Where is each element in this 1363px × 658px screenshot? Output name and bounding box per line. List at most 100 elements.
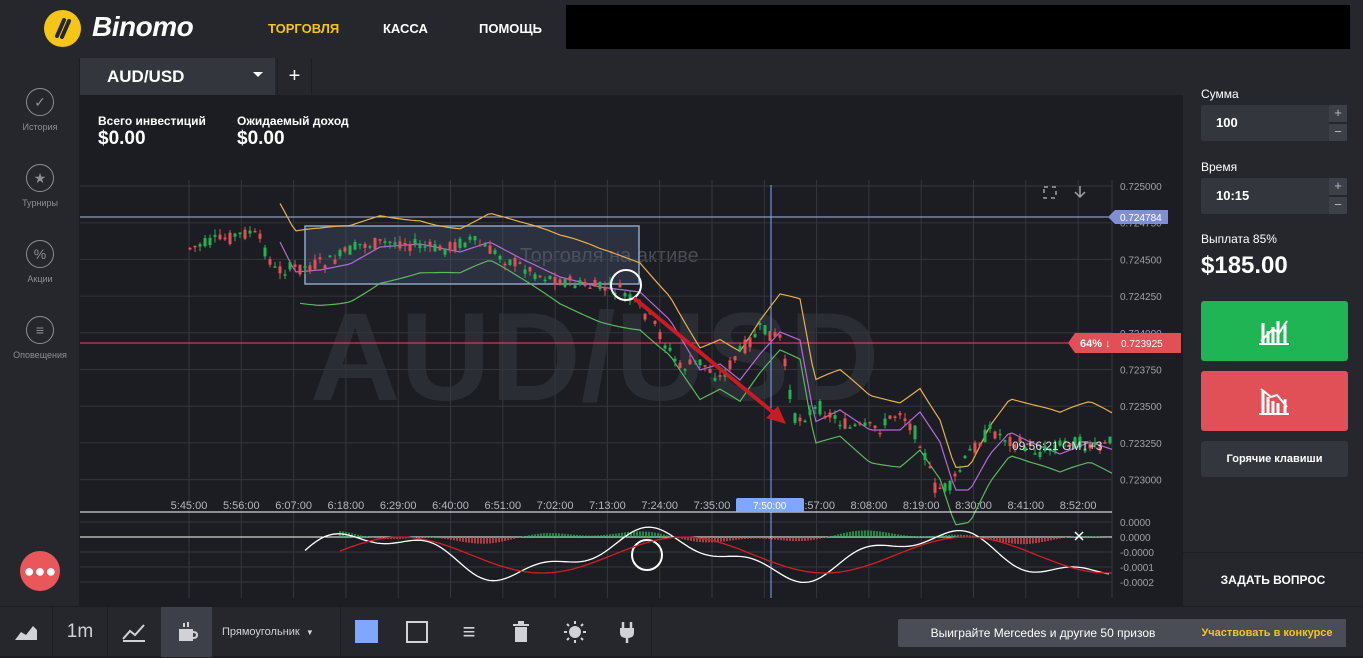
time-tick-label: 6:07:00 <box>275 500 312 512</box>
candle-body <box>758 323 762 325</box>
candle-body <box>458 238 462 248</box>
candle-body <box>903 418 907 422</box>
price-tick-label: 0.723750 <box>1120 366 1162 377</box>
candle-body <box>918 446 922 449</box>
candle-body <box>508 259 512 265</box>
candle-body <box>378 239 382 241</box>
bottom-toolbar: 1m Прямоугольник ▼ ≡ Выиграйте Mercedes … <box>0 606 1363 657</box>
candle-body <box>958 470 962 472</box>
ask-question-button[interactable]: ЗАДАТЬ ВОПРОС <box>1183 552 1363 606</box>
time-input[interactable]: 10:15 <box>1201 178 1329 214</box>
time-tick-label: 6:29:00 <box>380 500 417 512</box>
candle-body <box>703 365 707 367</box>
put-down-button[interactable] <box>1201 371 1348 431</box>
current-percent: 64% ↓ <box>1080 338 1111 350</box>
candle-body <box>503 263 507 266</box>
brightness-icon[interactable] <box>547 607 603 657</box>
timeframe-selector[interactable]: 1m <box>53 607 107 657</box>
candle-body <box>288 262 292 270</box>
chart-clock: 09:56:21 GMT+3 <box>1012 439 1103 453</box>
fill-color-button[interactable] <box>341 607 391 657</box>
arrow-down-icon[interactable] <box>1074 186 1086 199</box>
candle-body <box>293 264 297 267</box>
candle-body <box>438 245 442 251</box>
candle-body <box>473 236 477 241</box>
candle-body <box>668 347 672 351</box>
promo-link[interactable]: Участвовать в конкурсе <box>1188 619 1346 647</box>
candle-body <box>1003 440 1007 442</box>
candle-body <box>573 285 577 289</box>
candle-body <box>398 241 402 249</box>
candle-body <box>888 415 892 419</box>
candle-body <box>488 245 492 254</box>
fullscreen-icon[interactable] <box>1043 186 1057 199</box>
candle-body <box>228 232 232 245</box>
amount-input[interactable]: 100 <box>1201 105 1329 141</box>
hotkeys-button[interactable]: Горячие клавиши <box>1201 441 1348 477</box>
candle-body <box>928 466 932 468</box>
line-width-icon[interactable]: ≡ <box>443 607 495 657</box>
price-chart[interactable]: AUD/USD Торговля на активе 0.7250000.724… <box>0 0 1183 606</box>
candle-body <box>898 412 902 416</box>
candle-body <box>273 266 277 268</box>
candle-body <box>833 415 837 419</box>
candle-body <box>348 245 352 255</box>
call-up-button[interactable] <box>1201 301 1348 361</box>
candle-body <box>943 483 947 492</box>
candle-body <box>993 431 997 439</box>
candle-body <box>793 413 797 423</box>
candle-body <box>658 332 662 340</box>
amount-decrease-button[interactable]: − <box>1329 124 1347 141</box>
candle-body <box>663 345 667 349</box>
drawing-tools-icon[interactable] <box>161 607 212 657</box>
border-color-button[interactable] <box>391 607 443 657</box>
osc-tick-label: -0.0001 <box>1120 563 1154 574</box>
candle-body <box>778 334 782 338</box>
candle-body <box>1103 442 1107 444</box>
time-tick-label: 7:02:00 <box>537 500 574 512</box>
candle-body <box>218 234 222 240</box>
candle-body <box>253 230 257 233</box>
amount-increase-button[interactable]: + <box>1329 105 1347 122</box>
candle-body <box>848 427 852 429</box>
time-decrease-button[interactable]: − <box>1329 197 1347 214</box>
candle-body <box>718 375 722 377</box>
time-tick-label: 8:52:00 <box>1060 500 1097 512</box>
candle-body <box>813 406 817 409</box>
candle-body <box>878 432 882 435</box>
candle-body <box>558 279 562 286</box>
plug-icon[interactable] <box>603 607 651 657</box>
candle-body <box>618 283 622 288</box>
chart-up-icon <box>1259 320 1289 345</box>
candle-body <box>313 259 317 270</box>
candle-body <box>588 287 592 289</box>
candle-body <box>673 358 677 362</box>
candle-body <box>303 266 307 269</box>
candle-body <box>728 360 732 370</box>
time-tick-label: 6:51:00 <box>484 500 521 512</box>
close-icon[interactable] <box>1074 531 1084 541</box>
candle-body <box>413 239 417 245</box>
drawn-rectangle[interactable] <box>304 225 640 285</box>
time-tick-label: 5:56:00 <box>223 500 260 512</box>
price-tick-label: 0.723250 <box>1120 439 1162 450</box>
candle-body <box>643 313 647 320</box>
chart-type-area-icon[interactable] <box>0 607 52 657</box>
candle-body <box>368 246 372 248</box>
time-tick-label: 6:40:00 <box>432 500 469 512</box>
candle-body <box>1108 436 1112 444</box>
indicators-icon[interactable] <box>108 607 160 657</box>
candle-body <box>283 274 287 276</box>
candle-body <box>713 378 717 381</box>
trash-icon[interactable] <box>495 607 547 657</box>
candle-body <box>913 425 917 440</box>
tool-name-dropdown[interactable]: Прямоугольник ▼ <box>222 607 340 657</box>
candle-body <box>803 420 807 423</box>
time-tick-label: 7:13:00 <box>589 500 626 512</box>
price-tick-label: 0.725000 <box>1120 182 1162 193</box>
time-tick-label: 8:19:00 <box>903 500 940 512</box>
annotation-circle-osc <box>631 539 663 571</box>
candle-body <box>478 244 482 247</box>
time-increase-button[interactable]: + <box>1329 178 1347 195</box>
price-level-value: 0.724784 <box>1120 213 1162 224</box>
